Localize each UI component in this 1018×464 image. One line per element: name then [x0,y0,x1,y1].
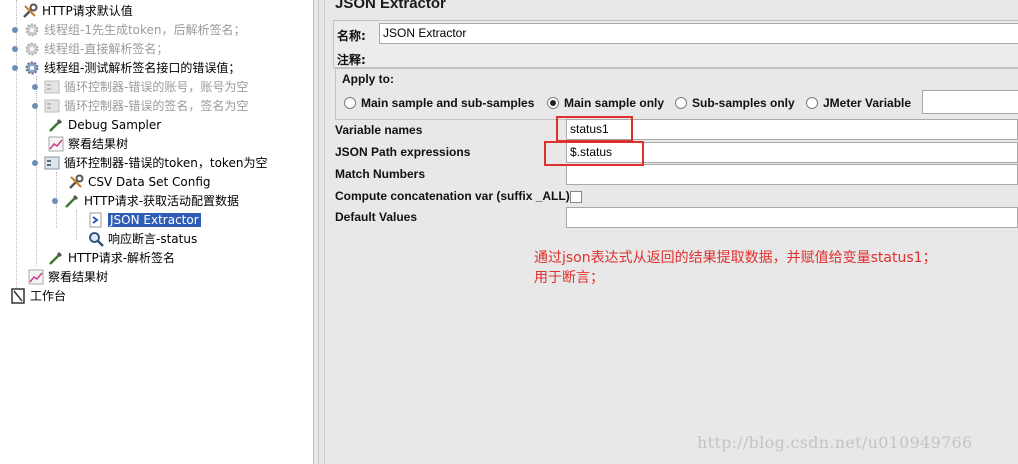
json-path-label: JSON Path expressions [335,145,471,159]
radio-dot [547,97,559,109]
variable-names-label: Variable names [335,123,423,137]
highlight-variable-names [556,116,633,142]
tree-node-label: 线程组-1先生成token，后解析签名； [44,23,246,37]
apply-to-group [335,68,1018,120]
pipette-icon [48,117,64,133]
loop-controller-icon [44,79,60,95]
chart-icon [28,269,44,285]
expand-toggle-icon[interactable] [32,159,38,166]
tree-node-label: 循环控制器-错误的签名，签名为空 [64,99,249,113]
annotation-line: 通过json表达式从返回的结果提取数据，并赋值给变量status1； [534,250,937,266]
gear-icon [24,22,40,38]
expand-toggle-icon[interactable] [12,64,18,71]
comment-label: 注释: [337,53,366,67]
radio-main-and-sub[interactable]: Main sample and sub-samples [344,96,534,110]
default-values-label: Default Values [335,210,418,224]
gear-icon [24,60,40,76]
extractor-icon [88,212,104,228]
tree-node-label: 工作台 [30,289,67,303]
tree-node-label: HTTP请求-解析签名 [68,251,176,265]
json-extractor-panel: JSON Extractor 名称: JSON Extractor 注释: Ap… [325,0,1018,464]
annotation-line: 用于断言； [534,270,604,286]
name-label: 名称: [337,29,366,43]
wrench-icon [68,174,84,190]
match-numbers-input[interactable] [566,164,1018,185]
tree-node-label: 察看结果树 [68,137,129,151]
page-title: JSON Extractor [335,0,446,12]
tree-guide-line [76,210,77,240]
tree-node-response-assertion[interactable]: 响应断言-status [88,229,197,248]
chart-icon [48,136,64,152]
tree-node-http-get-config[interactable]: HTTP请求-获取活动配置数据 [52,191,239,210]
tree-node-label: 线程组-直接解析签名； [44,42,169,56]
expand-toggle-icon[interactable] [12,26,18,33]
tree-node-view-results-2[interactable]: 察看结果树 [28,267,108,286]
default-values-input[interactable] [566,207,1018,228]
tree-node-http-defaults[interactable]: HTTP请求默认值 [10,1,133,20]
radio-main-only[interactable]: Main sample only [547,96,664,110]
match-numbers-label: Match Numbers [335,167,426,181]
apply-to-title: Apply to: [342,72,396,86]
tree-node-label: 响应断言-status [108,232,198,246]
loop-controller-icon [44,98,60,114]
tree-node-label: 循环控制器-错误的token，token为空 [64,156,268,170]
expand-toggle-icon[interactable] [12,45,18,52]
watermark: http://blog.csdn.net/u010949766 [697,433,973,452]
radio-dot [806,97,818,109]
tree-node-csv-config[interactable]: CSV Data Set Config [68,172,211,191]
tree-node-thread-group-1[interactable]: 线程组-1先生成token，后解析签名； [12,20,246,39]
workbench-icon [10,287,26,304]
compute-concat-label: Compute concatenation var (suffix _ALL) [335,189,570,203]
test-plan-tree[interactable]: HTTP请求默认值 线程组-1先生成token，后解析签名； 线程组-直接解析签… [0,0,313,464]
tree-node-view-results[interactable]: 察看结果树 [48,134,128,153]
panel-splitter[interactable] [313,0,325,464]
expand-toggle-icon[interactable] [32,102,38,109]
tree-node-thread-group-2[interactable]: 线程组-直接解析签名； [12,39,168,58]
expand-toggle-icon[interactable] [32,83,38,90]
tree-node-thread-group-3[interactable]: 线程组-测试解析签名接口的错误值； [12,58,240,77]
pipette-icon [48,250,64,266]
tree-node-http-parse-signature[interactable]: HTTP请求-解析签名 [48,248,175,267]
comment-field[interactable] [379,47,1018,68]
tree-node-label: 察看结果树 [48,270,109,284]
tree-node-workbench[interactable]: 工作台 [10,286,66,305]
tree-node-loop-signature[interactable]: 循环控制器-错误的签名，签名为空 [32,96,248,115]
splitter-grip [318,0,319,464]
radio-sub-only[interactable]: Sub-samples only [675,96,795,110]
annotation-note: 通过json表达式从返回的结果提取数据，并赋值给变量status1； 用于断言； [534,248,937,288]
pipette-icon [64,193,80,209]
tree-node-label: Debug Sampler [68,117,162,132]
variable-names-input[interactable]: status1 [566,119,1018,140]
highlight-json-path [544,141,644,166]
tree-node-loop-token[interactable]: 循环控制器-错误的token，token为空 [32,153,267,172]
wrench-icon [22,3,38,19]
expand-toggle-icon[interactable] [52,197,58,204]
tree-node-debug-sampler[interactable]: Debug Sampler [48,115,161,134]
radio-dot [344,97,356,109]
tree-node-label: JSON Extractor [108,212,201,227]
tree-node-label: 线程组-测试解析签名接口的错误值； [44,61,241,75]
tree-node-label: HTTP请求默认值 [42,4,133,18]
radio-dot [675,97,687,109]
compute-concat-checkbox[interactable] [570,191,582,203]
tree-node-loop-account[interactable]: 循环控制器-错误的账号，账号为空 [32,77,248,96]
name-field[interactable]: JSON Extractor [379,23,1018,44]
tree-node-label: CSV Data Set Config [88,174,211,189]
tree-node-label: HTTP请求-获取活动配置数据 [84,194,240,208]
tree-node-json-extractor[interactable]: JSON Extractor [88,210,201,229]
magnifier-icon [88,231,104,247]
jmeter-variable-input[interactable] [922,90,1018,114]
radio-jmeter-variable[interactable]: JMeter Variable [806,96,911,110]
gear-icon [24,41,40,57]
loop-controller-icon [44,155,60,171]
tree-node-label: 循环控制器-错误的账号，账号为空 [64,80,249,94]
